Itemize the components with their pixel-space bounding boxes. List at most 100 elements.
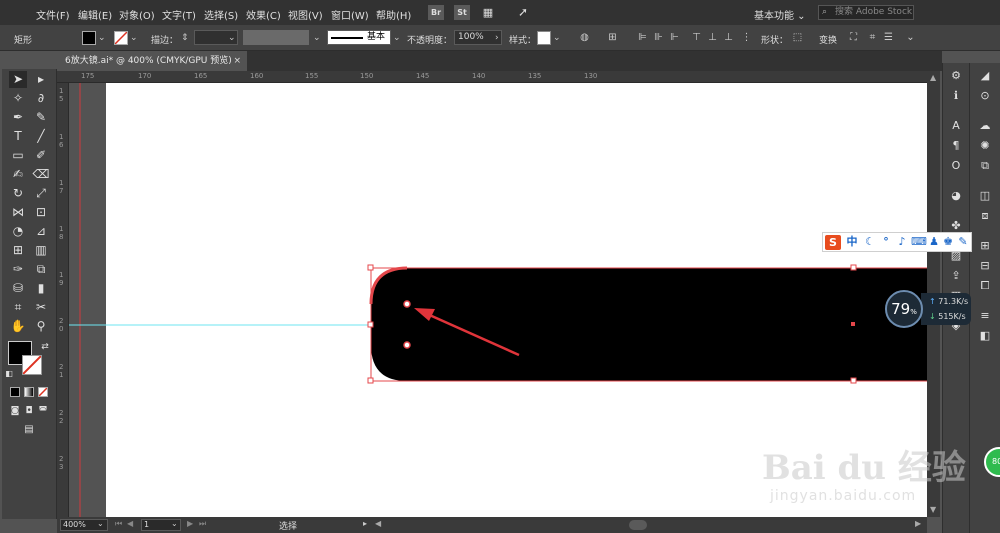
memory-gauge[interactable]: 79% <box>885 290 923 328</box>
cc-libraries-icon[interactable]: ☁ <box>977 119 993 133</box>
align-right-icon[interactable]: ⊩ <box>668 32 681 44</box>
workspace-switcher[interactable]: 基本功能 ⌄ <box>754 7 806 22</box>
opacity-arrow-icon[interactable]: › <box>495 31 505 45</box>
last-artboard-icon[interactable]: ⏭ <box>199 519 206 529</box>
appearance-panel-icon[interactable]: ✺ <box>977 139 993 153</box>
screen-mode-icon[interactable]: ▤ <box>20 421 38 438</box>
menu-help[interactable]: 帮助(H) <box>376 7 411 22</box>
gradient-tool-icon[interactable]: ▥ <box>32 242 50 259</box>
gradient-mode-icon[interactable] <box>24 387 34 397</box>
variable-width-field[interactable] <box>243 30 309 45</box>
first-artboard-icon[interactable]: ⏮ <box>115 519 122 529</box>
brush-dropdown-icon[interactable]: ⌄ <box>393 31 403 45</box>
transparency-panel-icon[interactable]: ◧ <box>977 329 993 343</box>
default-colors-icon[interactable]: ◧ <box>4 365 14 382</box>
resize-handle[interactable] <box>367 321 374 328</box>
rotate-tool-icon[interactable]: ↻ <box>9 185 27 202</box>
status-menu-icon[interactable]: ▸ <box>363 519 367 528</box>
shape-builder-tool-icon[interactable]: ◔ <box>9 223 27 240</box>
mesh-tool-icon[interactable]: ⊞ <box>9 242 27 259</box>
send-icon[interactable]: ➚ <box>515 5 531 20</box>
artboard-dropdown-icon[interactable]: ⌄ <box>171 519 178 528</box>
symbols-panel-icon[interactable]: ✤ <box>948 219 964 233</box>
control-dropdown-icon[interactable]: ⌄ <box>904 32 917 44</box>
paintbrush-tool-icon[interactable]: ✐ <box>32 147 50 164</box>
shaper-tool-icon[interactable]: ✍ <box>9 166 27 183</box>
close-tab-icon[interactable]: × <box>233 51 241 71</box>
color-mode-icon[interactable] <box>10 387 20 397</box>
variable-width-dropdown-icon[interactable]: ⌄ <box>313 31 323 45</box>
character-panel-icon[interactable]: A <box>948 119 964 133</box>
brushes-panel-icon[interactable]: ⇪ <box>948 269 964 283</box>
wrench-icon[interactable]: ✎ <box>956 235 970 249</box>
next-artboard-icon[interactable]: ▶ <box>187 519 193 528</box>
menu-select[interactable]: 选择(S) <box>204 7 238 22</box>
distribute-icon[interactable]: ⋮ <box>740 32 753 44</box>
none-mode-icon[interactable] <box>38 387 48 397</box>
opacity-label[interactable]: 不透明度： <box>407 33 452 46</box>
distribute-panel-icon[interactable]: ⊟ <box>977 259 993 273</box>
microphone-icon[interactable]: ♪ <box>895 235 909 249</box>
swap-colors-icon[interactable]: ⇄ <box>36 339 54 356</box>
menu-view[interactable]: 视图(V) <box>288 7 323 22</box>
scroll-up-icon[interactable]: ▲ <box>930 73 936 82</box>
draw-inside-icon[interactable]: ◚ <box>34 403 52 420</box>
horizontal-scroll-thumb[interactable] <box>629 520 647 530</box>
free-transform-tool-icon[interactable]: ⊡ <box>32 204 50 221</box>
stroke-color-swatch[interactable] <box>22 355 42 375</box>
menu-window[interactable]: 窗口(W) <box>331 7 369 22</box>
scroll-right-icon[interactable]: ▶ <box>915 519 921 528</box>
artboards-panel-icon[interactable]: ◫ <box>977 189 993 203</box>
zoom-tool-icon[interactable]: ⚲ <box>32 318 50 335</box>
menu-edit[interactable]: 编辑(E) <box>78 7 112 22</box>
live-corner-widget[interactable] <box>403 341 411 349</box>
isolate-icon[interactable]: ⌗ <box>866 32 879 44</box>
bridge-button[interactable]: Br <box>428 5 444 20</box>
skin-icon[interactable]: ♚ <box>941 235 955 249</box>
direct-selection-tool-icon[interactable]: ▸ <box>32 71 50 88</box>
slice-tool-icon[interactable]: ✂ <box>32 299 50 316</box>
resize-handle[interactable] <box>367 264 374 271</box>
punctuation-icon[interactable]: ° <box>879 235 893 249</box>
arrange-documents-icon[interactable]: ▦ <box>480 5 496 20</box>
zoom-dropdown-icon[interactable]: ⌄ <box>97 519 104 528</box>
stroke-swatch[interactable] <box>114 31 128 45</box>
moon-icon[interactable]: ☾ <box>863 235 877 249</box>
scroll-left-icon[interactable]: ◀ <box>375 519 381 528</box>
stroke-weight-stepper-icon[interactable]: ⇕ <box>181 31 191 45</box>
stroke-label[interactable]: 描边： <box>151 33 178 46</box>
curvature-tool-icon[interactable]: ✎ <box>32 109 50 126</box>
stock-button[interactable]: St <box>454 5 470 20</box>
pen-tool-icon[interactable]: ✒ <box>9 109 27 126</box>
align-to-icon[interactable]: ⊞ <box>606 32 619 44</box>
transform-bounding-icon[interactable]: ⛶ <box>847 32 860 44</box>
graphic-style-swatch[interactable] <box>537 31 551 45</box>
type-tool-icon[interactable]: T <box>9 128 27 145</box>
color-panel-icon[interactable]: ◕ <box>948 189 964 203</box>
paragraph-panel-icon[interactable]: ¶ <box>948 139 964 153</box>
resize-handle[interactable] <box>850 377 857 384</box>
graph-tool-icon[interactable]: ▮ <box>32 280 50 297</box>
stroke-panel-icon[interactable]: ≡ <box>977 309 993 323</box>
resize-handle[interactable] <box>850 264 857 271</box>
line-tool-icon[interactable]: ╱ <box>32 128 50 145</box>
eyedropper-tool-icon[interactable]: ✑ <box>9 261 27 278</box>
properties-panel-icon[interactable]: ⚙ <box>948 69 964 83</box>
gradient-panel-icon[interactable]: ◢ <box>977 69 993 83</box>
stroke-dropdown-icon[interactable]: ⌄ <box>130 31 140 45</box>
align-left-icon[interactable]: ⊫ <box>636 32 649 44</box>
stroke-weight-dropdown-icon[interactable]: ⌄ <box>228 31 238 45</box>
align-center-icon[interactable]: ⊪ <box>652 32 665 44</box>
opentype-panel-icon[interactable]: O <box>948 159 964 173</box>
selection-tool-icon[interactable]: ➤ <box>9 71 27 88</box>
symbol-sprayer-icon[interactable]: ⛁ <box>9 280 27 297</box>
scale-tool-icon[interactable]: ⤢ <box>32 185 50 202</box>
resize-handle[interactable] <box>367 377 374 384</box>
transform-label[interactable]: 变换 <box>819 33 837 46</box>
navigator-panel-icon[interactable]: ⊙ <box>977 89 993 103</box>
rounded-rectangle[interactable] <box>371 268 927 381</box>
magic-wand-icon[interactable]: ✧ <box>9 90 27 107</box>
panel-menu-icon[interactable]: ☰ <box>882 32 895 44</box>
recolor-artwork-icon[interactable]: ◍ <box>578 32 591 44</box>
shape-label[interactable]: 形状： <box>761 33 788 46</box>
